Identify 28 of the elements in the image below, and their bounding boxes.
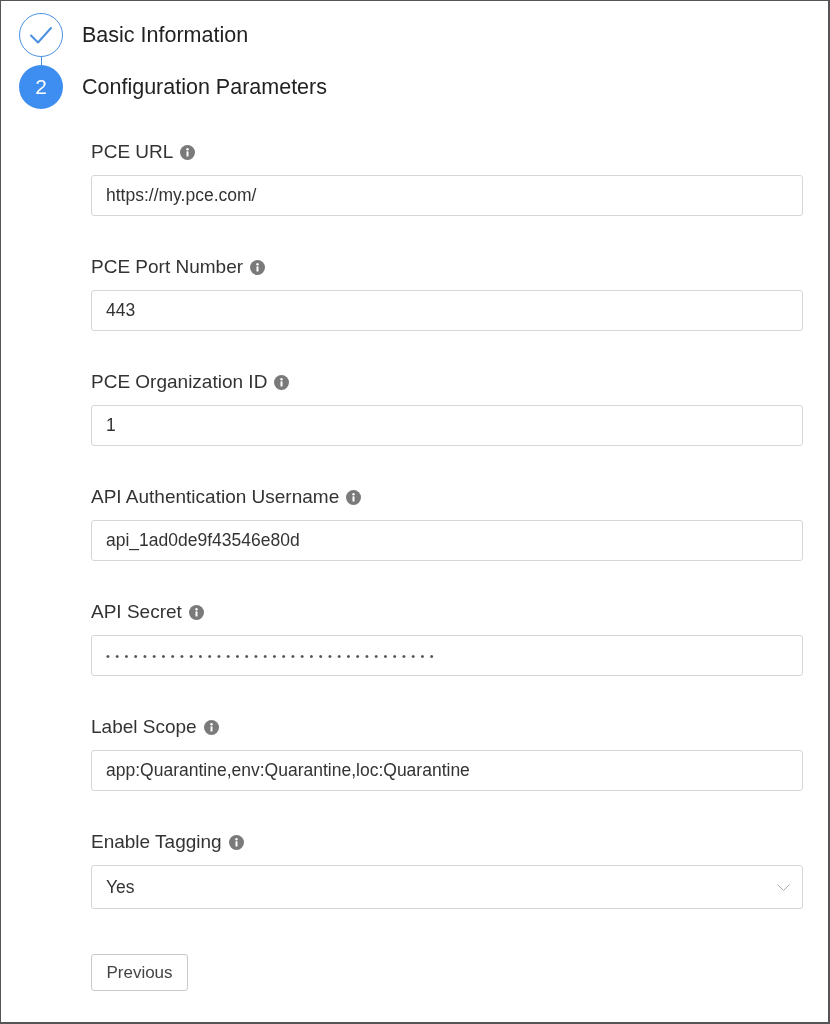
select-value: Yes	[106, 876, 135, 898]
field-label: Label Scope	[91, 716, 197, 738]
text-field[interactable]: 443	[91, 290, 803, 331]
step-connector-line	[41, 57, 42, 65]
field-label: API Authentication Username	[91, 486, 340, 508]
previous-button[interactable]: Previous	[91, 954, 188, 991]
info-icon[interactable]	[188, 604, 204, 620]
field-label: Enable Tagging	[91, 831, 222, 853]
info-icon[interactable]	[203, 719, 219, 735]
step-title: Basic Information	[82, 22, 249, 48]
select-field[interactable]: Yes	[91, 865, 803, 909]
step-title: Configuration Parameters	[82, 74, 327, 100]
field-label: PCE Organization ID	[91, 371, 268, 393]
info-icon[interactable]	[228, 834, 244, 850]
info-icon[interactable]	[274, 374, 290, 390]
text-field[interactable]: api_1ad0de9f43546e80d	[91, 520, 803, 561]
text-field[interactable]: https://my.pce.com/	[91, 175, 803, 216]
chevron-down-icon	[777, 883, 790, 891]
step-number: 2	[19, 65, 63, 109]
text-field[interactable]: app:Quarantine,env:Quarantine,loc:Quarantine	[91, 750, 803, 791]
info-icon[interactable]	[346, 489, 362, 505]
field-label: API Secret	[91, 601, 182, 623]
field-label: PCE Port Number	[91, 256, 244, 278]
info-icon[interactable]	[250, 259, 266, 275]
info-icon[interactable]	[180, 144, 196, 160]
password-field[interactable]: ••••••••••••••••••••••••••••••••••••	[91, 635, 803, 676]
field-label: PCE URL	[91, 141, 174, 163]
text-field[interactable]: 1	[91, 405, 803, 446]
